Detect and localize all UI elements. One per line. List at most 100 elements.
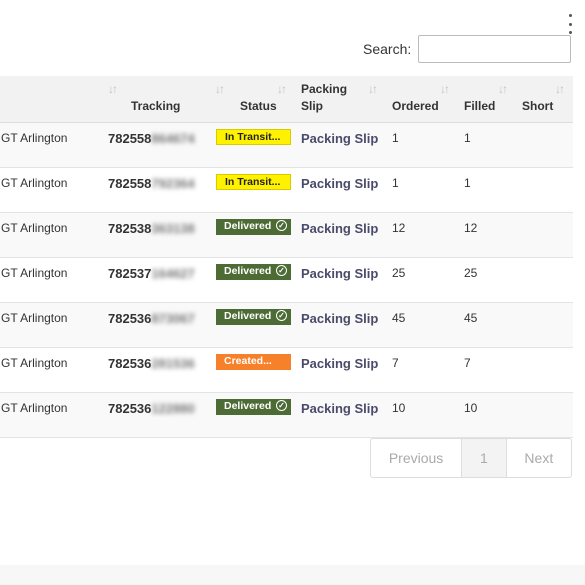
sort-icon[interactable]: ↓↑ (555, 82, 565, 96)
location-cell: GT Arlington (1, 401, 68, 415)
column-header-short[interactable]: Short (522, 98, 553, 115)
shipments-table: ↓↑ Tracking ↓↑ ↓↑ Status Packing Slip ↓↑… (0, 76, 573, 438)
status-badge: Delivered ✓ (216, 309, 291, 325)
ordered-cell: 12 (392, 221, 406, 235)
tracking-cell[interactable]: 782537164627 (108, 266, 195, 281)
ordered-cell: 1 (392, 131, 399, 145)
footer-band (0, 565, 585, 585)
page-1-button[interactable]: 1 (462, 439, 507, 477)
filled-cell: 1 (464, 131, 471, 145)
column-header-ordered[interactable]: Ordered (392, 98, 439, 115)
sort-icon[interactable]: ↓↑ (498, 82, 508, 96)
status-text: Delivered (224, 265, 272, 277)
filled-cell: 10 (464, 401, 478, 415)
column-header-tracking[interactable]: Tracking (131, 98, 180, 115)
status-text: Created... (224, 355, 272, 367)
tracking-number-prefix: 782536 (108, 311, 152, 326)
search-label: Search: (363, 41, 412, 57)
previous-page-button[interactable]: Previous (371, 439, 463, 477)
table-row: GT Arlington 782558864674 In Transit... Pac… (0, 123, 573, 168)
tracking-cell[interactable]: 782558792364 (108, 176, 195, 191)
status-text: Delivered (224, 220, 272, 232)
sort-icon[interactable]: ↓↑ (277, 82, 287, 96)
ordered-cell: 25 (392, 266, 406, 280)
tracking-cell[interactable]: 782536122880 (108, 401, 195, 416)
table-header: ↓↑ Tracking ↓↑ ↓↑ Status Packing Slip ↓↑… (0, 76, 573, 123)
packing-slip-link[interactable]: Packing Slip (301, 176, 378, 191)
packing-slip-link[interactable]: Packing Slip (301, 221, 378, 236)
status-text: Delivered (224, 400, 272, 412)
dot (568, 14, 572, 17)
tracking-cell[interactable]: 782538363138 (108, 221, 195, 236)
pagination: Previous 1 Next (370, 438, 572, 478)
tracking-number-prefix: 782536 (108, 356, 152, 371)
status-text: In Transit... (225, 131, 281, 143)
packing-slip-link[interactable]: Packing Slip (301, 311, 378, 326)
ordered-cell: 45 (392, 311, 406, 325)
check-circle-icon: ✓ (276, 310, 287, 321)
dot (568, 31, 572, 34)
table-row: GT Arlington 782538363138 Delivered ✓ Packin… (0, 213, 573, 258)
filled-cell: 45 (464, 311, 478, 325)
sort-icon[interactable]: ↓↑ (440, 82, 450, 96)
status-badge: Delivered ✓ (216, 399, 291, 415)
packing-slip-link[interactable]: Packing Slip (301, 266, 378, 281)
filled-cell: 25 (464, 266, 478, 280)
check-circle-icon: ✓ (276, 265, 287, 276)
tracking-number-prefix: 782558 (108, 176, 152, 191)
packing-slip-link[interactable]: Packing Slip (301, 401, 378, 416)
location-cell: GT Arlington (1, 266, 68, 280)
location-cell: GT Arlington (1, 176, 68, 190)
dot (568, 22, 572, 26)
status-badge: Delivered ✓ (216, 219, 291, 235)
location-cell: GT Arlington (1, 131, 68, 145)
status-badge: In Transit... (216, 174, 291, 190)
tracking-number-redacted: 363138 (151, 221, 195, 236)
table-row: GT Arlington 782537164627 Delivered ✓ Packin… (0, 258, 573, 303)
more-options-icon[interactable] (567, 14, 573, 34)
next-page-button[interactable]: Next (507, 439, 571, 477)
tracking-number-prefix: 782537 (108, 266, 152, 281)
status-text: Delivered (224, 310, 272, 322)
check-circle-icon: ✓ (276, 400, 287, 411)
column-header-packing-slip-line2[interactable]: Slip (301, 98, 323, 115)
status-badge: In Transit... (216, 129, 291, 145)
ordered-cell: 1 (392, 176, 399, 190)
tracking-cell[interactable]: 782536873067 (108, 311, 195, 326)
tracking-number-prefix: 782558 (108, 131, 152, 146)
tracking-number-redacted: 873067 (151, 311, 195, 326)
status-badge: Created... (216, 354, 291, 370)
tracking-cell[interactable]: 782558864674 (108, 131, 195, 146)
tracking-cell[interactable]: 782536281536 (108, 356, 195, 371)
sort-icon[interactable]: ↓↑ (368, 82, 378, 96)
filled-cell: 12 (464, 221, 478, 235)
tracking-number-redacted: 792364 (151, 176, 195, 191)
location-cell: GT Arlington (1, 356, 68, 370)
table-row: GT Arlington 782536122880 Delivered ✓ Packin… (0, 393, 573, 438)
ordered-cell: 7 (392, 356, 399, 370)
check-circle-icon: ✓ (276, 220, 287, 231)
packing-slip-link[interactable]: Packing Slip (301, 356, 378, 371)
tracking-number-prefix: 782538 (108, 221, 152, 236)
column-header-filled[interactable]: Filled (464, 98, 495, 115)
tracking-number-redacted: 864674 (151, 131, 195, 146)
packing-slip-link[interactable]: Packing Slip (301, 131, 378, 146)
column-header-packing-slip-line1[interactable]: Packing (301, 81, 347, 98)
tracking-number-prefix: 782536 (108, 401, 152, 416)
filled-cell: 1 (464, 176, 471, 190)
sort-icon[interactable]: ↓↑ (108, 82, 118, 96)
tracking-number-redacted: 122880 (151, 401, 195, 416)
table-row: GT Arlington 782536873067 Delivered ✓ Packin… (0, 303, 573, 348)
ordered-cell: 10 (392, 401, 406, 415)
location-cell: GT Arlington (1, 311, 68, 325)
table-body: GT Arlington 782558864674 In Transit... Pac… (0, 123, 573, 438)
search-input[interactable] (418, 35, 571, 63)
sort-icon[interactable]: ↓↑ (215, 82, 225, 96)
location-cell: GT Arlington (1, 221, 68, 235)
column-header-status[interactable]: Status (240, 98, 277, 115)
table-row: GT Arlington 782558792364 In Transit... Pac… (0, 168, 573, 213)
tracking-number-redacted: 281536 (151, 356, 195, 371)
filled-cell: 7 (464, 356, 471, 370)
status-text: In Transit... (225, 176, 281, 188)
tracking-number-redacted: 164627 (151, 266, 195, 281)
